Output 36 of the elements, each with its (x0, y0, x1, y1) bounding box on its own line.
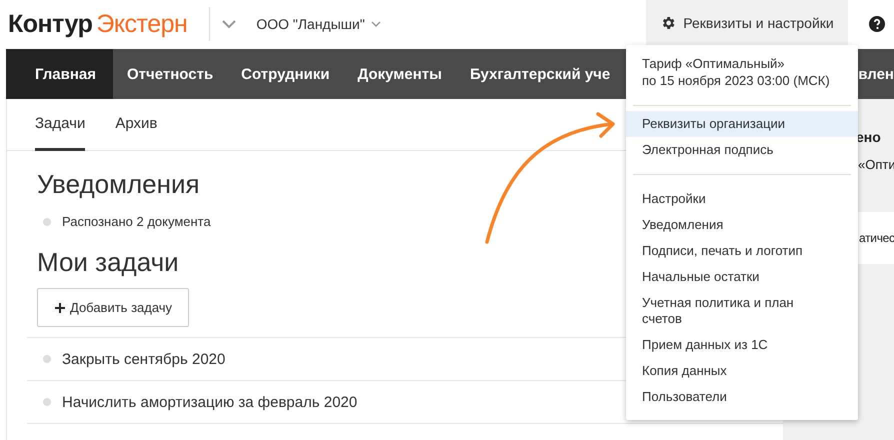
chevron-down-icon[interactable] (222, 20, 236, 28)
section-heading: Мои задачи (37, 247, 179, 278)
task-item[interactable]: Закрыть сентябрь 2020 (62, 350, 226, 368)
task-item[interactable]: Начислить амортизацию за февраль 2020 (62, 394, 358, 410)
nav-tab[interactable]: Сотрудники (227, 49, 344, 99)
settings-button[interactable]: Реквизиты и настройки (646, 0, 848, 45)
section-heading: Уведомления (37, 169, 200, 200)
organization-selector[interactable]: ООО "Ландыши" (256, 16, 381, 32)
nav-tab[interactable]: Главная (6, 49, 114, 99)
menu-item[interactable]: Электронная подпись (626, 137, 858, 163)
help-icon[interactable] (869, 16, 885, 32)
tariff-info: Тариф «Оптимальный» по 15 ноября 2023 03:00 (МСК) (641, 55, 831, 90)
menu-item[interactable]: Настройки (626, 186, 858, 212)
bullet-icon (43, 218, 51, 226)
nav-tab[interactable]: Отчетность (113, 49, 228, 99)
menu-item[interactable]: Пользователи (626, 384, 858, 410)
menu-item[interactable]: Реквизиты организации (626, 111, 858, 137)
gear-icon (660, 14, 676, 30)
nav-tab[interactable]: Бухгалтерский уче (456, 49, 624, 99)
chevron-down-icon (370, 21, 381, 27)
menu-item[interactable]: Начальные остатки (626, 264, 858, 290)
nav-tab[interactable]: Документы (344, 49, 456, 99)
menu-item[interactable]: Прием данных из 1С (626, 332, 858, 358)
bullet-icon (43, 398, 51, 406)
logo[interactable]: Контур Экстерн (8, 10, 188, 38)
add-task-button[interactable]: Добавить задачу (37, 288, 190, 327)
nav-tab[interactable]: влен (858, 49, 894, 99)
plus-icon (55, 302, 65, 312)
tab[interactable]: Задачи (35, 99, 86, 151)
notification-text: Распознано 2 документа (62, 214, 211, 229)
bullet-icon (43, 355, 51, 363)
menu-item[interactable]: Уведомления (626, 212, 858, 238)
menu-item[interactable]: Копия данных (626, 358, 858, 384)
menu-item[interactable]: Подписи, печать и логотип (626, 238, 858, 264)
menu-item[interactable]: Учетная политика и план счетов (626, 290, 858, 332)
tab[interactable]: Архив (115, 99, 158, 151)
